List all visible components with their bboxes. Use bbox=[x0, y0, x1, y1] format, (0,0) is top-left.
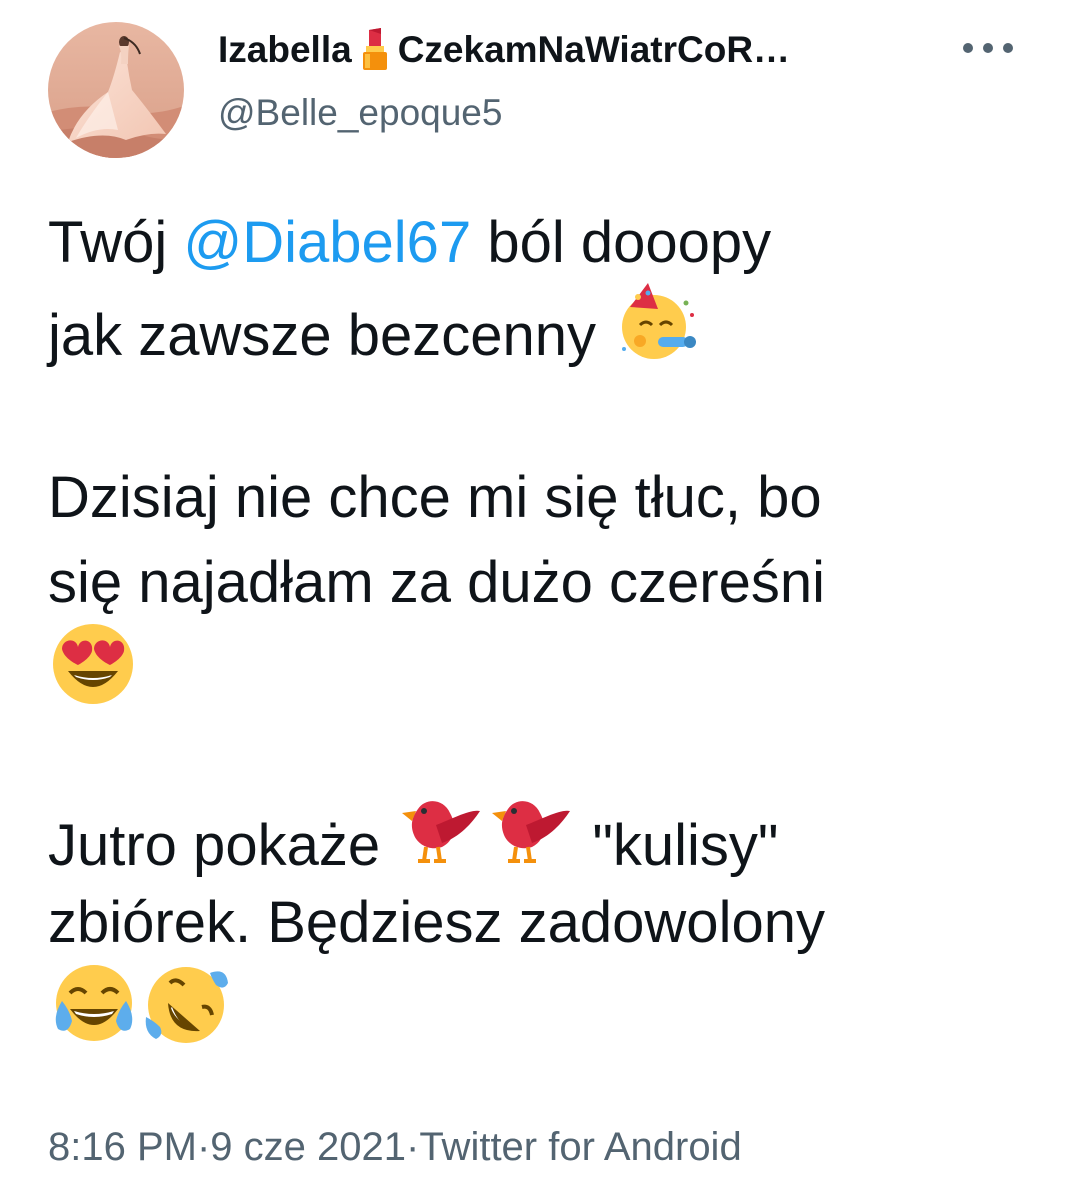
tweet-source-link[interactable]: Twitter for Android bbox=[419, 1125, 741, 1170]
more-options-button[interactable] bbox=[958, 30, 1018, 66]
smiling-face-with-heart-eyes-emoji bbox=[48, 619, 138, 732]
lipstick-icon bbox=[358, 26, 392, 74]
tweet-line bbox=[48, 624, 1038, 710]
tweet-line: jak zawsze bezcenny bbox=[48, 283, 1038, 370]
tweet-text-segment: Jutro pokaże bbox=[48, 812, 397, 878]
more-horizontal-icon bbox=[963, 43, 1013, 53]
tweet-metadata: 8:16 PM · 9 cze 2021 · Twitter for Andro… bbox=[48, 1125, 742, 1170]
author-name[interactable]: Izabella CzekamNaWiatrCoR… bbox=[218, 24, 790, 76]
tweet-card: Izabella CzekamNaWiatrCoR… @Belle_epoque… bbox=[0, 0, 1067, 1200]
face-with-tears-of-joy-emoji bbox=[48, 959, 140, 1072]
author-handle[interactable]: @Belle_epoque5 bbox=[218, 92, 502, 134]
author-name-part2: CzekamNaWiatrCoR… bbox=[397, 29, 791, 70]
tweet-line bbox=[48, 965, 1038, 1050]
red-bird-emoji bbox=[396, 789, 486, 898]
tweet-line: Jutro pokaże "kulisy" bbox=[48, 795, 1038, 880]
tweet-text-segment: się najadłam za dużo czereśni bbox=[48, 550, 825, 615]
avatar[interactable] bbox=[48, 22, 184, 158]
tweet-text-segment: Dzisiaj nie chce mi się tłuc, bo bbox=[48, 465, 822, 530]
tweet-text-segment: "kulisy" bbox=[576, 812, 779, 878]
tweet-text-segment: Twój bbox=[48, 210, 184, 275]
tweet-line: się najadłam za dużo czereśni bbox=[48, 540, 1038, 625]
avatar-image bbox=[48, 22, 184, 158]
tweet-text-segment: zbiórek. Będziesz zadowolony bbox=[48, 890, 825, 955]
separator: · bbox=[406, 1125, 420, 1169]
separator: · bbox=[196, 1125, 211, 1169]
tweet-text-segment: ból dooopy bbox=[471, 210, 772, 275]
tweet-time[interactable]: 8:16 PM bbox=[48, 1125, 197, 1170]
tweet-text-segment: jak zawsze bezcenny bbox=[48, 302, 597, 368]
partying-face-emoji bbox=[612, 279, 698, 388]
tweet-date[interactable]: 9 cze 2021 bbox=[210, 1125, 406, 1170]
author-name-part1: Izabella bbox=[218, 29, 352, 70]
mention-link[interactable]: @Diabel67 bbox=[183, 210, 471, 275]
tweet-text: Twój @Diabel67 ból dooopy jak zawsze bez… bbox=[48, 200, 1038, 1050]
tweet-line: Dzisiaj nie chce mi się tłuc, bo bbox=[48, 455, 1038, 540]
red-bird-emoji bbox=[486, 789, 576, 898]
rolling-on-the-floor-laughing-emoji bbox=[140, 959, 232, 1072]
tweet-line: Twój @Diabel67 ból dooopy bbox=[48, 200, 1038, 285]
